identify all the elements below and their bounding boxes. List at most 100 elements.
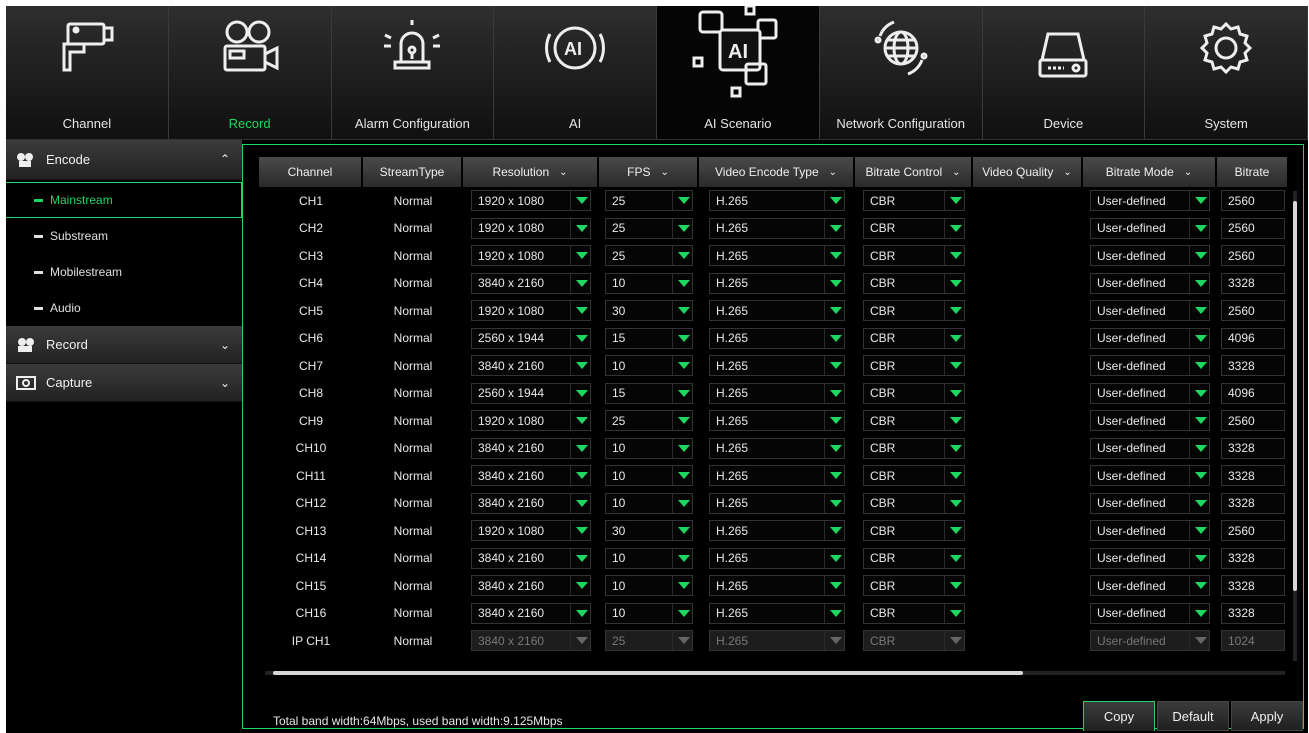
bitrate-input[interactable]: 3328: [1221, 355, 1285, 377]
resolution-select[interactable]: 3840 x 2160: [471, 492, 591, 514]
fps-select[interactable]: 25: [605, 410, 693, 432]
nav-ai[interactable]: AI AI: [494, 6, 657, 139]
bitrate-control-select[interactable]: CBR: [863, 520, 965, 542]
bitrate-control-select[interactable]: CBR: [863, 492, 965, 514]
bitrate-control-select[interactable]: CBR: [863, 382, 965, 404]
resolution-select[interactable]: 3840 x 2160: [471, 575, 591, 597]
bitrate-control-select[interactable]: CBR: [863, 410, 965, 432]
encode-type-select[interactable]: H.265: [709, 465, 845, 487]
fps-select[interactable]: 10: [605, 575, 693, 597]
fps-select[interactable]: 25: [605, 245, 693, 267]
bitrate-input[interactable]: 2560: [1221, 300, 1285, 322]
encode-type-select[interactable]: H.265: [709, 382, 845, 404]
bitrate-mode-select[interactable]: User-defined: [1090, 520, 1210, 542]
bitrate-input[interactable]: 2560: [1221, 217, 1285, 239]
bitrate-input[interactable]: 3328: [1221, 492, 1285, 514]
fps-select[interactable]: 10: [605, 602, 693, 624]
bitrate-mode-select[interactable]: User-defined: [1090, 492, 1210, 514]
column-header[interactable]: Bitrate Mode ⌄: [1083, 157, 1217, 187]
nav-network-configuration[interactable]: Network Configuration: [820, 6, 983, 139]
bitrate-control-select[interactable]: CBR: [863, 190, 965, 212]
encode-type-select[interactable]: H.265: [709, 492, 845, 514]
sidebar-item-substream[interactable]: Substream: [6, 218, 242, 254]
fps-select[interactable]: 10: [605, 272, 693, 294]
sidebar-item-audio[interactable]: Audio: [6, 290, 242, 326]
sidebar-record-header[interactable]: Record ⌄: [6, 326, 242, 364]
column-header[interactable]: Video Encode Type ⌄: [699, 157, 855, 187]
sidebar-item-mainstream[interactable]: Mainstream: [6, 182, 242, 218]
copy-button[interactable]: Copy: [1083, 701, 1155, 731]
bitrate-mode-select[interactable]: User-defined: [1090, 245, 1210, 267]
sidebar-encode-header[interactable]: Encode ⌃: [6, 140, 242, 180]
resolution-select[interactable]: 1920 x 1080: [471, 217, 591, 239]
bitrate-mode-select[interactable]: User-defined: [1090, 190, 1210, 212]
bitrate-input[interactable]: 2560: [1221, 190, 1285, 212]
bitrate-mode-select[interactable]: User-defined: [1090, 382, 1210, 404]
resolution-select[interactable]: 3840 x 2160: [471, 547, 591, 569]
bitrate-input[interactable]: 3328: [1221, 272, 1285, 294]
bitrate-mode-select[interactable]: User-defined: [1090, 355, 1210, 377]
bitrate-input[interactable]: 3328: [1221, 547, 1285, 569]
resolution-select[interactable]: 3840 x 2160: [471, 272, 591, 294]
bitrate-mode-select[interactable]: User-defined: [1090, 410, 1210, 432]
fps-select[interactable]: 25: [605, 217, 693, 239]
bitrate-input[interactable]: 2560: [1221, 410, 1285, 432]
scroll-thumb[interactable]: [1293, 201, 1297, 591]
bitrate-control-select[interactable]: CBR: [863, 245, 965, 267]
bitrate-input[interactable]: 3328: [1221, 437, 1285, 459]
sidebar-capture-header[interactable]: Capture ⌄: [6, 364, 242, 402]
bitrate-mode-select[interactable]: User-defined: [1090, 272, 1210, 294]
bitrate-input[interactable]: 2560: [1221, 245, 1285, 267]
bitrate-input[interactable]: 4096: [1221, 382, 1285, 404]
default-button[interactable]: Default: [1157, 701, 1229, 731]
bitrate-input[interactable]: 3328: [1221, 465, 1285, 487]
apply-button[interactable]: Apply: [1231, 701, 1303, 731]
bitrate-control-select[interactable]: CBR: [863, 437, 965, 459]
encode-type-select[interactable]: H.265: [709, 547, 845, 569]
encode-type-select[interactable]: H.265: [709, 437, 845, 459]
resolution-select[interactable]: 1920 x 1080: [471, 410, 591, 432]
bitrate-control-select[interactable]: CBR: [863, 217, 965, 239]
bitrate-mode-select[interactable]: User-defined: [1090, 547, 1210, 569]
fps-select[interactable]: 10: [605, 437, 693, 459]
bitrate-mode-select[interactable]: User-defined: [1090, 327, 1210, 349]
bitrate-input[interactable]: 3328: [1221, 575, 1285, 597]
bitrate-control-select[interactable]: CBR: [863, 355, 965, 377]
encode-type-select[interactable]: H.265: [709, 217, 845, 239]
bitrate-mode-select[interactable]: User-defined: [1090, 437, 1210, 459]
resolution-select[interactable]: 2560 x 1944: [471, 382, 591, 404]
fps-select[interactable]: 15: [605, 382, 693, 404]
fps-select[interactable]: 10: [605, 547, 693, 569]
bitrate-mode-select[interactable]: User-defined: [1090, 300, 1210, 322]
bitrate-input[interactable]: 2560: [1221, 520, 1285, 542]
fps-select[interactable]: 30: [605, 300, 693, 322]
fps-select[interactable]: 25: [605, 190, 693, 212]
resolution-select[interactable]: 2560 x 1944: [471, 327, 591, 349]
resolution-select[interactable]: 3840 x 2160: [471, 465, 591, 487]
fps-select[interactable]: 10: [605, 492, 693, 514]
bitrate-control-select[interactable]: CBR: [863, 575, 965, 597]
column-header[interactable]: Bitrate Control ⌄: [855, 157, 973, 187]
bitrate-mode-select[interactable]: User-defined: [1090, 602, 1210, 624]
bitrate-control-select[interactable]: CBR: [863, 547, 965, 569]
resolution-select[interactable]: 1920 x 1080: [471, 245, 591, 267]
column-header[interactable]: Resolution ⌄: [463, 157, 599, 187]
fps-select[interactable]: 10: [605, 465, 693, 487]
bitrate-mode-select[interactable]: User-defined: [1090, 575, 1210, 597]
resolution-select[interactable]: 1920 x 1080: [471, 300, 591, 322]
encode-type-select[interactable]: H.265: [709, 190, 845, 212]
nav-device[interactable]: Device: [983, 6, 1146, 139]
horizontal-scrollbar[interactable]: [265, 671, 1285, 675]
fps-select[interactable]: 10: [605, 355, 693, 377]
encode-type-select[interactable]: H.265: [709, 602, 845, 624]
bitrate-control-select[interactable]: CBR: [863, 327, 965, 349]
encode-type-select[interactable]: H.265: [709, 355, 845, 377]
column-header[interactable]: FPS ⌄: [599, 157, 699, 187]
resolution-select[interactable]: 3840 x 2160: [471, 437, 591, 459]
bitrate-mode-select[interactable]: User-defined: [1090, 465, 1210, 487]
column-header[interactable]: Video Quality ⌄: [973, 157, 1083, 187]
bitrate-input[interactable]: 3328: [1221, 602, 1285, 624]
bitrate-mode-select[interactable]: User-defined: [1090, 217, 1210, 239]
bitrate-control-select[interactable]: CBR: [863, 300, 965, 322]
fps-select[interactable]: 15: [605, 327, 693, 349]
